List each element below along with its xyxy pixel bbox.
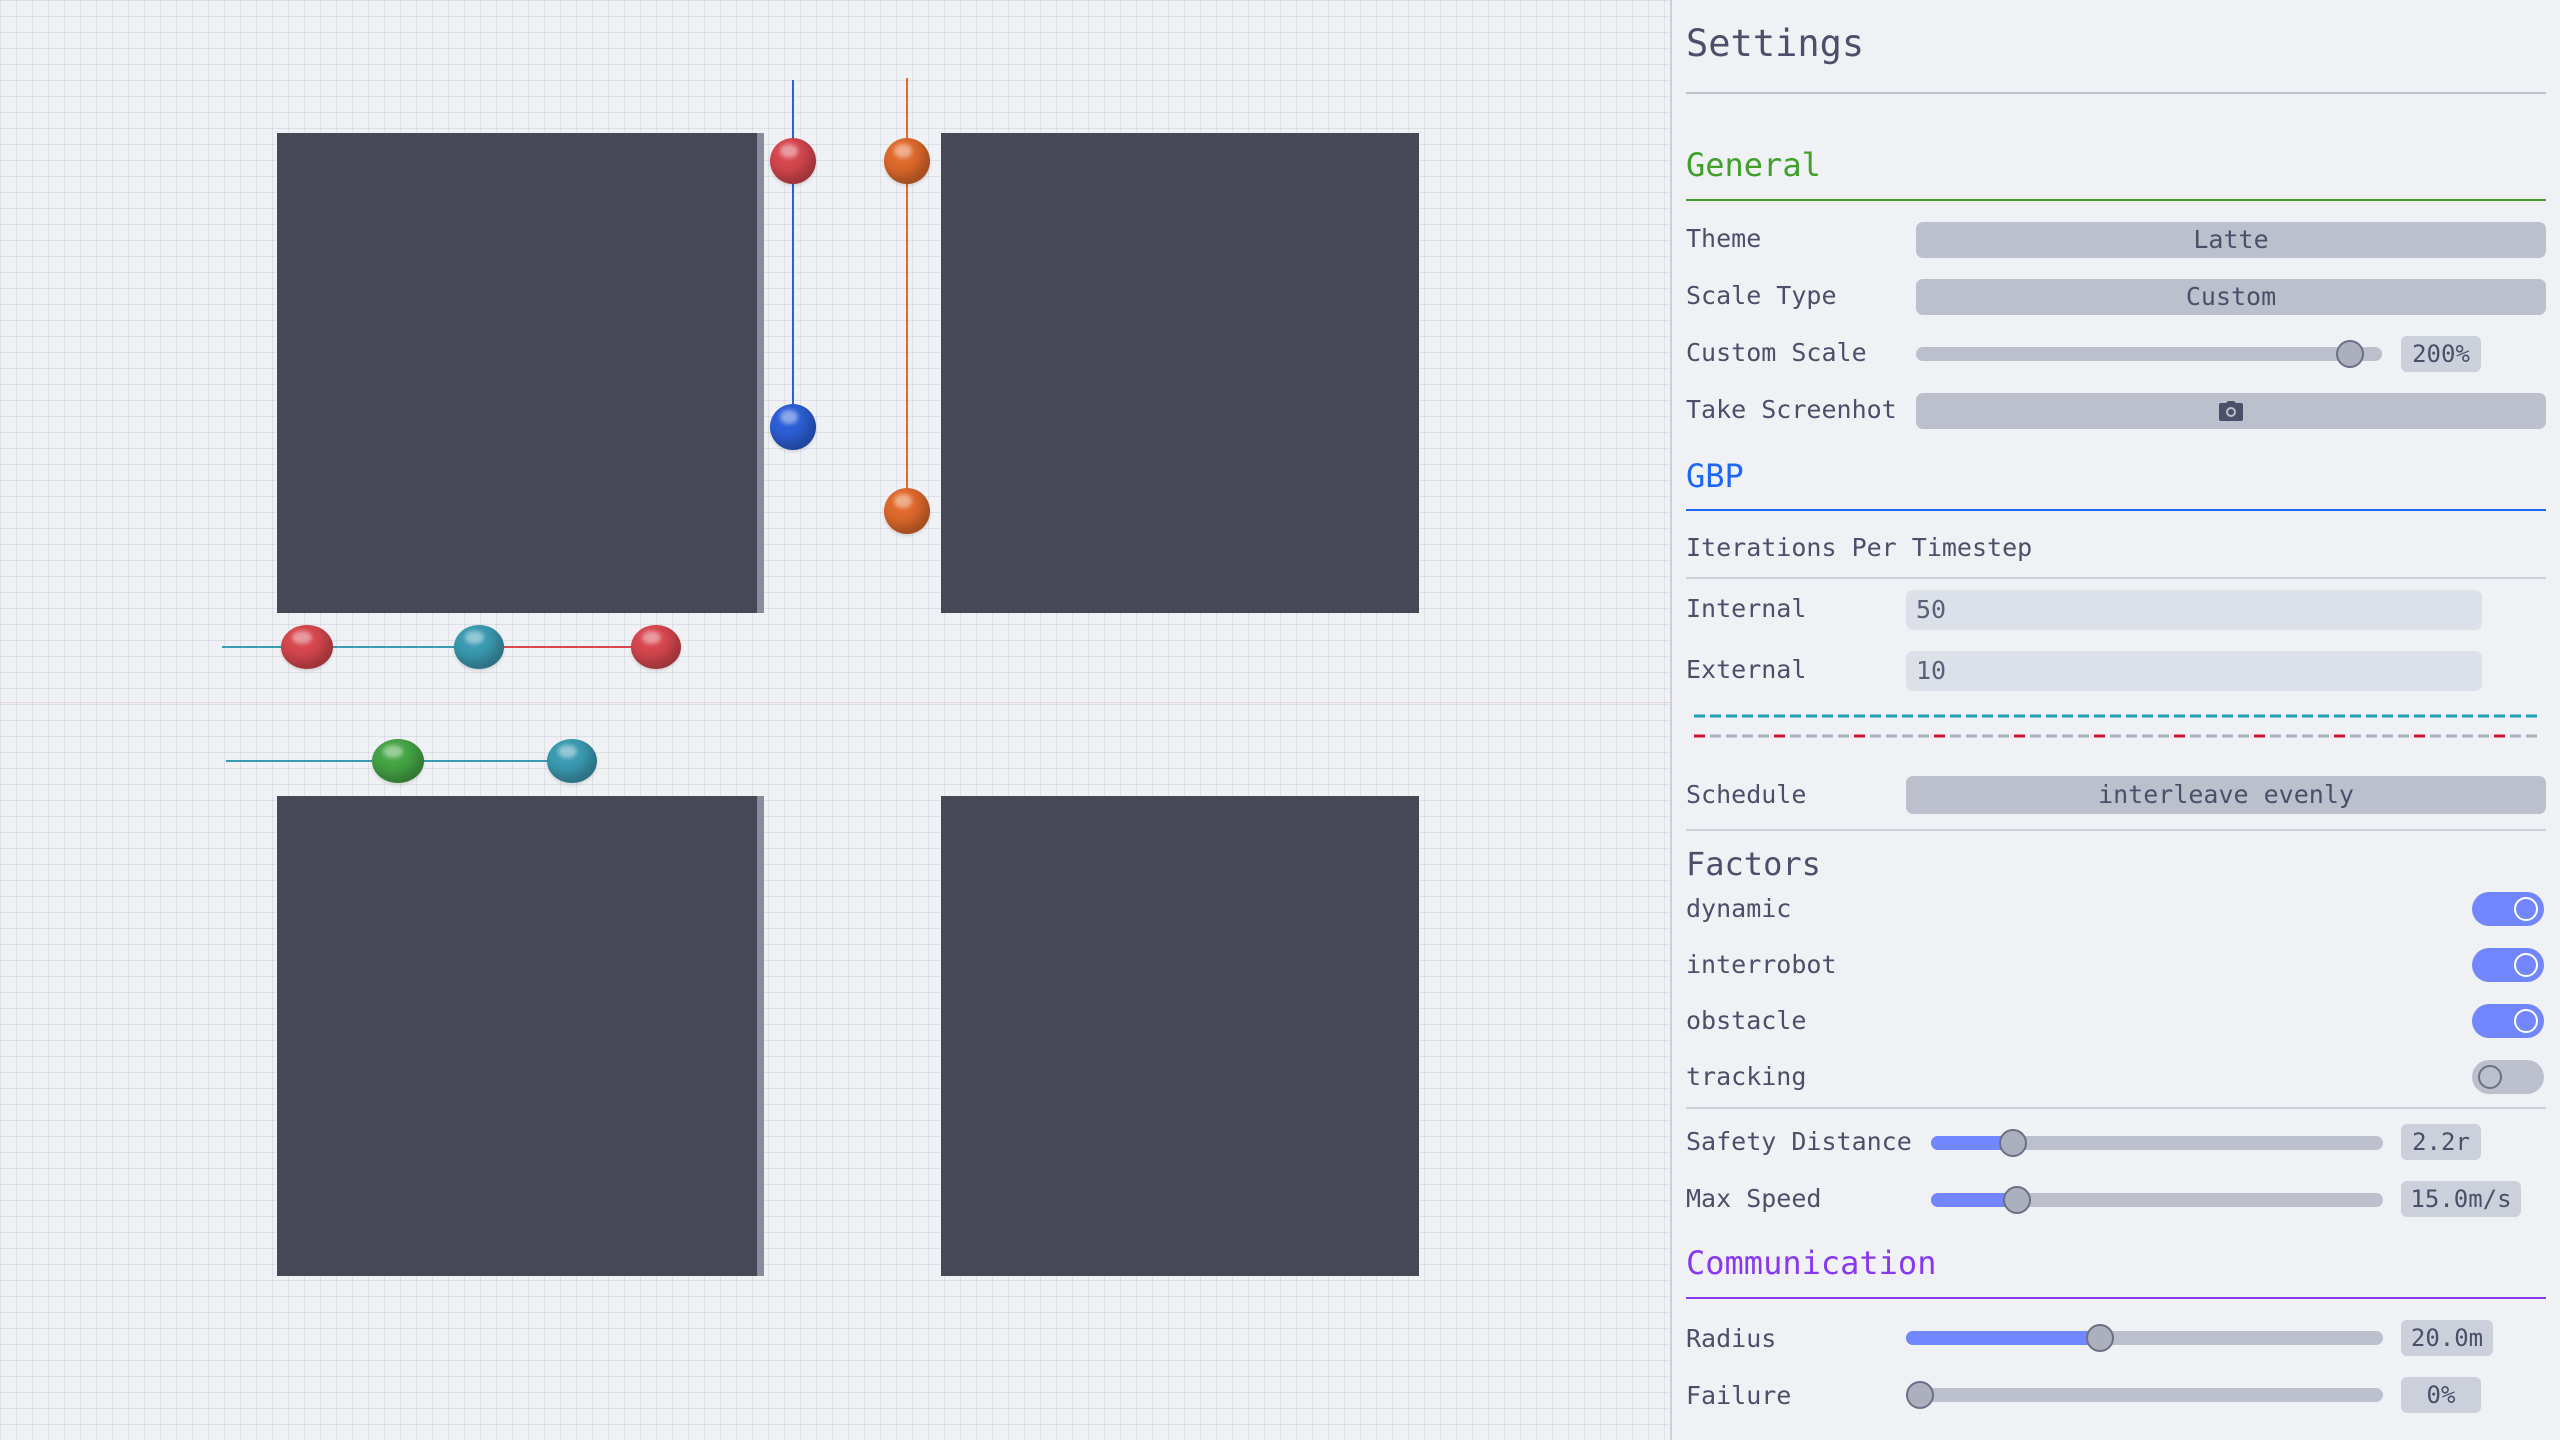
divider bbox=[1686, 92, 2546, 94]
schedule-label: Schedule bbox=[1686, 780, 1807, 809]
divider bbox=[1686, 1107, 2546, 1109]
radius-slider-handle[interactable] bbox=[2085, 1324, 2114, 1352]
custom-scale-slider[interactable] bbox=[1916, 340, 2382, 368]
grid-axis-line bbox=[0, 702, 1670, 703]
take-screenshot-button[interactable] bbox=[1916, 393, 2546, 429]
obstacle-block-bottom-right bbox=[941, 796, 1419, 1276]
radius-slider[interactable] bbox=[1906, 1324, 2383, 1352]
max-speed-slider-handle[interactable] bbox=[2003, 1186, 2032, 1214]
theme-select[interactable]: Latte bbox=[1916, 222, 2546, 258]
path-blue bbox=[792, 80, 794, 428]
obstacle-block-bottom-left bbox=[277, 796, 757, 1276]
safety-distance-slider-handle[interactable] bbox=[1998, 1129, 2027, 1157]
radius-value[interactable]: 20.0m bbox=[2401, 1320, 2493, 1356]
factor-interrobot-label: interrobot bbox=[1686, 950, 1837, 979]
robot-green[interactable] bbox=[372, 739, 424, 783]
simulation-viewport[interactable] bbox=[0, 0, 1670, 1440]
custom-scale-label: Custom Scale bbox=[1686, 338, 1867, 367]
safety-distance-label: Safety Distance bbox=[1686, 1127, 1912, 1156]
section-gbp-rule bbox=[1686, 509, 2546, 511]
safety-distance-slider[interactable] bbox=[1931, 1129, 2383, 1157]
factor-dynamic-label: dynamic bbox=[1686, 894, 1792, 923]
factor-dynamic-toggle[interactable] bbox=[2472, 892, 2544, 926]
failure-slider[interactable] bbox=[1906, 1381, 2383, 1409]
toggle-knob bbox=[2514, 1009, 2538, 1033]
section-communication-rule bbox=[1686, 1297, 2546, 1299]
scale-type-label: Scale Type bbox=[1686, 281, 1837, 310]
internal-label: Internal bbox=[1686, 594, 1807, 623]
obstacle-block-top-right bbox=[941, 133, 1419, 613]
toggle-knob bbox=[2478, 1065, 2502, 1089]
failure-label: Failure bbox=[1686, 1381, 1792, 1410]
path-teal-1 bbox=[222, 646, 480, 648]
robot-blue[interactable] bbox=[770, 404, 816, 450]
factor-tracking-toggle[interactable] bbox=[2472, 1060, 2544, 1094]
radius-fill bbox=[1906, 1331, 2100, 1345]
section-general-rule bbox=[1686, 199, 2546, 201]
custom-scale-value[interactable]: 200% bbox=[2401, 336, 2481, 372]
internal-iterations-input[interactable]: 50 bbox=[1906, 590, 2482, 630]
robot-red[interactable] bbox=[631, 625, 681, 669]
robot-teal[interactable] bbox=[547, 739, 597, 783]
settings-panel: Settings General Theme Latte Scale Type … bbox=[1670, 0, 2560, 1440]
factor-obstacle-toggle[interactable] bbox=[2472, 1004, 2544, 1038]
toggle-knob bbox=[2514, 897, 2538, 921]
factors-heading: Factors bbox=[1686, 845, 1821, 883]
radius-label: Radius bbox=[1686, 1324, 1777, 1353]
factor-interrobot-toggle[interactable] bbox=[2472, 948, 2544, 982]
robot-red[interactable] bbox=[281, 625, 333, 669]
custom-scale-slider-handle[interactable] bbox=[2336, 340, 2365, 368]
robot-red[interactable] bbox=[770, 138, 816, 184]
external-label: External bbox=[1686, 655, 1807, 684]
camera-icon bbox=[2219, 401, 2243, 421]
robot-orange[interactable] bbox=[884, 138, 930, 184]
external-iterations-input[interactable]: 10 bbox=[1906, 651, 2482, 691]
screenshot-label: Take Screenhot bbox=[1686, 395, 1897, 424]
failure-value[interactable]: 0% bbox=[2401, 1377, 2481, 1413]
factor-tracking-label: tracking bbox=[1686, 1062, 1807, 1091]
factor-obstacle-label: obstacle bbox=[1686, 1006, 1807, 1035]
section-gbp-heading: GBP bbox=[1686, 457, 1744, 495]
section-communication-heading: Communication bbox=[1686, 1244, 1937, 1282]
divider bbox=[1686, 829, 2546, 831]
schedule-visualization bbox=[1694, 714, 2540, 738]
max-speed-label: Max Speed bbox=[1686, 1184, 1822, 1213]
failure-slider-handle[interactable] bbox=[1906, 1381, 1934, 1409]
max-speed-slider[interactable] bbox=[1931, 1186, 2383, 1214]
iterations-label: Iterations Per Timestep bbox=[1686, 533, 2033, 562]
robot-orange[interactable] bbox=[884, 488, 930, 534]
theme-label: Theme bbox=[1686, 224, 1762, 253]
toggle-knob bbox=[2514, 953, 2538, 977]
path-red bbox=[480, 646, 655, 648]
scale-type-select[interactable]: Custom bbox=[1916, 279, 2546, 315]
panel-title: Settings bbox=[1686, 22, 1865, 65]
max-speed-value[interactable]: 15.0m/s bbox=[2401, 1181, 2521, 1217]
safety-distance-value[interactable]: 2.2r bbox=[2401, 1124, 2481, 1160]
obstacle-block-top-left bbox=[277, 133, 757, 613]
robot-teal[interactable] bbox=[454, 625, 504, 669]
divider bbox=[1686, 577, 2546, 579]
schedule-select[interactable]: interleave evenly bbox=[1906, 776, 2546, 814]
section-general-heading: General bbox=[1686, 146, 1821, 184]
